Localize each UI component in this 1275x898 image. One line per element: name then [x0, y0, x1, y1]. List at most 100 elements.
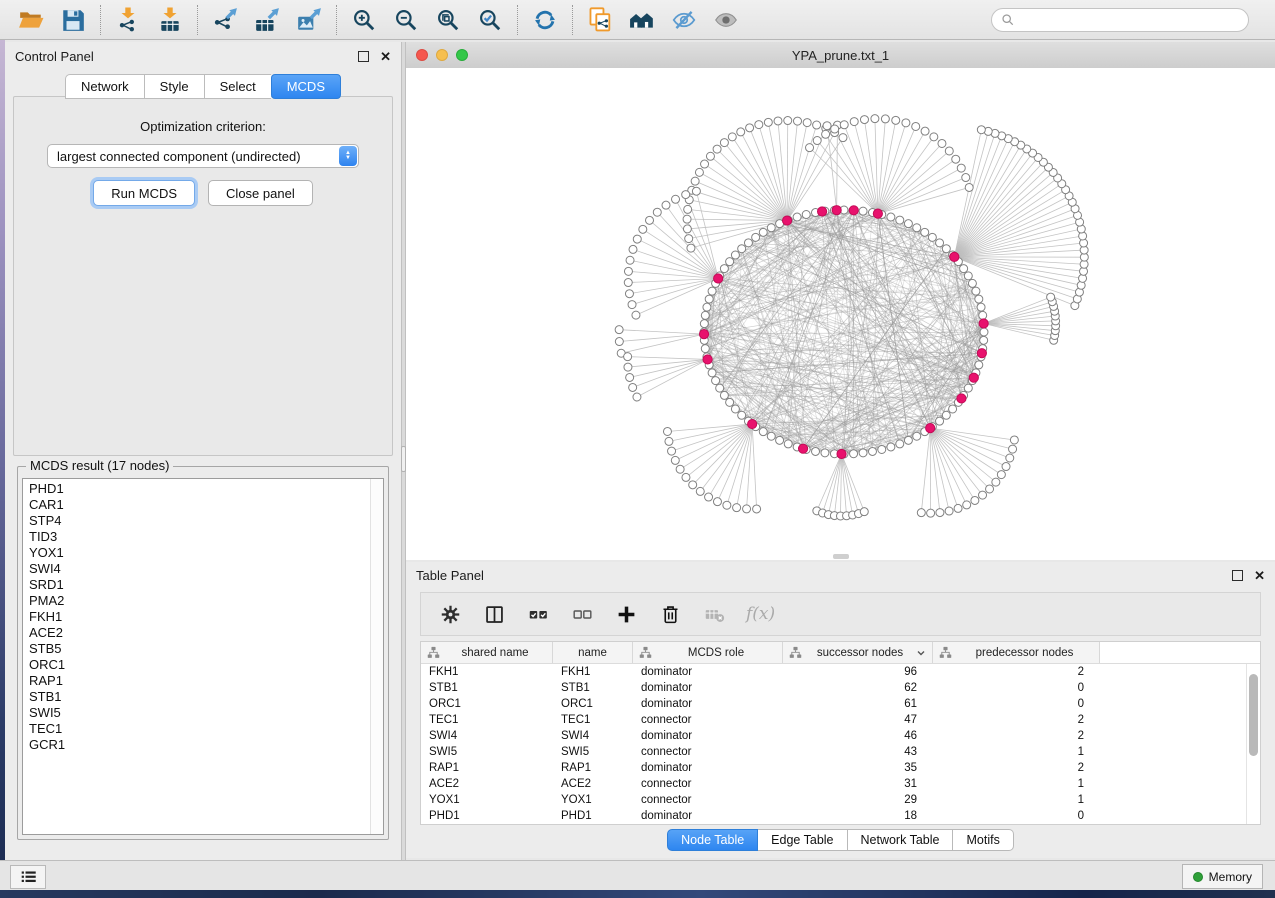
- mcds-result-item[interactable]: STB5: [29, 641, 383, 657]
- import-network-icon[interactable]: [111, 5, 145, 35]
- tab-select[interactable]: Select: [204, 74, 271, 99]
- table-cell: 1: [933, 794, 1100, 806]
- import-table-icon[interactable]: [153, 5, 187, 35]
- column-header-name[interactable]: name: [553, 642, 633, 663]
- optimization-criterion-select[interactable]: largest connected component (undirected)…: [47, 144, 359, 168]
- table-row[interactable]: ORC1ORC1dominator610: [421, 696, 1260, 712]
- close-panel-button[interactable]: Close panel: [208, 180, 313, 206]
- table-cell: ACE2: [421, 778, 553, 790]
- close-table-panel-icon[interactable]: ✕: [1254, 569, 1265, 582]
- open-icon[interactable]: [14, 5, 48, 35]
- horizontal-splitter-handle[interactable]: [833, 554, 849, 559]
- table-bottom-tabs: Node TableEdge TableNetwork TableMotifs: [406, 829, 1275, 851]
- table-row[interactable]: YOX1YOX1connector291: [421, 792, 1260, 808]
- table-cell: 43: [783, 746, 933, 758]
- combo-stepper-icon: ▲▼: [339, 146, 357, 166]
- control-panel-title: Control Panel: [15, 49, 94, 64]
- zoom-selected-icon[interactable]: [473, 5, 507, 35]
- mcds-result-item[interactable]: RAP1: [29, 673, 383, 689]
- search-text-field[interactable]: [1021, 12, 1239, 28]
- table-row[interactable]: FKH1FKH1dominator962: [421, 664, 1260, 680]
- mcds-result-item[interactable]: STB1: [29, 689, 383, 705]
- node-table[interactable]: shared namenameMCDS rolesuccessor nodesp…: [420, 641, 1261, 825]
- tree-icon: [639, 646, 652, 659]
- table-cell: dominator: [633, 682, 783, 694]
- delete-row-icon[interactable]: [658, 602, 682, 626]
- table-row[interactable]: ACE2ACE2connector311: [421, 776, 1260, 792]
- mcds-result-item[interactable]: FKH1: [29, 609, 383, 625]
- table-panel-title: Table Panel: [416, 568, 484, 583]
- float-table-panel-icon[interactable]: [1232, 570, 1243, 581]
- table-row[interactable]: STB1STB1dominator620: [421, 680, 1260, 696]
- tab-network[interactable]: Network: [65, 74, 144, 99]
- mcds-result-item[interactable]: PMA2: [29, 593, 383, 609]
- tab-style[interactable]: Style: [144, 74, 204, 99]
- run-mcds-button[interactable]: Run MCDS: [93, 180, 195, 206]
- tab-network-table[interactable]: Network Table: [848, 829, 954, 851]
- table-row[interactable]: SWI4SWI4dominator462: [421, 728, 1260, 744]
- optimization-criterion-label: Optimization criterion:: [14, 119, 392, 134]
- mcds-result-item[interactable]: SWI5: [29, 705, 383, 721]
- float-panel-icon[interactable]: [358, 51, 369, 62]
- save-icon[interactable]: [56, 5, 90, 35]
- add-row-icon[interactable]: [614, 602, 638, 626]
- tab-edge-table[interactable]: Edge Table: [758, 829, 847, 851]
- mcds-result-item[interactable]: SRD1: [29, 577, 383, 593]
- mcds-list-scrollbar[interactable]: [370, 479, 383, 834]
- refresh-icon[interactable]: [528, 5, 562, 35]
- show-all-icon[interactable]: [709, 5, 743, 35]
- mcds-result-item[interactable]: SWI4: [29, 561, 383, 577]
- close-panel-icon[interactable]: ✕: [380, 50, 391, 63]
- column-header-predecessor-nodes[interactable]: predecessor nodes: [933, 642, 1100, 663]
- table-cell: 0: [933, 698, 1100, 710]
- export-network-icon[interactable]: [208, 5, 242, 35]
- mcds-result-item[interactable]: ACE2: [29, 625, 383, 641]
- table-row[interactable]: PHD1PHD1dominator180: [421, 808, 1260, 824]
- tab-node-table[interactable]: Node Table: [667, 829, 758, 851]
- table-row[interactable]: SWI5SWI5connector431: [421, 744, 1260, 760]
- table-row[interactable]: RAP1RAP1dominator352: [421, 760, 1260, 776]
- table-row[interactable]: TEC1TEC1connector472: [421, 712, 1260, 728]
- deselect-all-icon[interactable]: [570, 602, 594, 626]
- zoom-in-icon[interactable]: [347, 5, 381, 35]
- search-input[interactable]: [991, 8, 1249, 32]
- column-header-shared-name[interactable]: shared name: [421, 642, 553, 663]
- table-cell: STB1: [421, 682, 553, 694]
- network-window-titlebar: YPA_prune.txt_1: [406, 42, 1275, 69]
- zoom-out-icon[interactable]: [389, 5, 423, 35]
- memory-button[interactable]: Memory: [1182, 864, 1263, 889]
- clone-network-icon[interactable]: [583, 5, 617, 35]
- mcds-result-item[interactable]: CAR1: [29, 497, 383, 513]
- network-graph[interactable]: [406, 68, 1275, 560]
- network-canvas[interactable]: [406, 68, 1275, 560]
- export-table-icon[interactable]: [250, 5, 284, 35]
- select-all-icon[interactable]: [526, 602, 550, 626]
- tab-motifs[interactable]: Motifs: [953, 829, 1013, 851]
- table-cell: 1: [933, 746, 1100, 758]
- export-image-icon[interactable]: [292, 5, 326, 35]
- tab-mcds[interactable]: MCDS: [271, 74, 341, 99]
- mcds-result-item[interactable]: TEC1: [29, 721, 383, 737]
- zoom-fit-icon[interactable]: [431, 5, 465, 35]
- mcds-result-item[interactable]: TID3: [29, 529, 383, 545]
- mcds-result-item[interactable]: STP4: [29, 513, 383, 529]
- mcds-result-list[interactable]: PHD1CAR1STP4TID3YOX1SWI4SRD1PMA2FKH1ACE2…: [22, 478, 384, 835]
- mcds-result-item[interactable]: GCR1: [29, 737, 383, 753]
- table-cell: 47: [783, 714, 933, 726]
- table-cell: 18: [783, 810, 933, 822]
- table-cell: ORC1: [553, 698, 633, 710]
- mcds-result-item[interactable]: YOX1: [29, 545, 383, 561]
- hide-selected-icon[interactable]: [667, 5, 701, 35]
- column-header-MCDS-role[interactable]: MCDS role: [633, 642, 783, 663]
- first-neighbors-icon[interactable]: [625, 5, 659, 35]
- panel-menu-button[interactable]: [10, 865, 46, 889]
- mcds-result-item[interactable]: PHD1: [29, 481, 383, 497]
- table-scrollbar-thumb[interactable]: [1249, 674, 1258, 756]
- function-builder-icon: f(x): [746, 602, 775, 626]
- column-header-successor-nodes[interactable]: successor nodes: [783, 642, 933, 663]
- table-toolbar: f(x): [420, 592, 1261, 636]
- settings-gear-icon[interactable]: [438, 602, 462, 626]
- table-scrollbar[interactable]: [1246, 664, 1260, 824]
- mcds-result-item[interactable]: ORC1: [29, 657, 383, 673]
- columns-icon[interactable]: [482, 602, 506, 626]
